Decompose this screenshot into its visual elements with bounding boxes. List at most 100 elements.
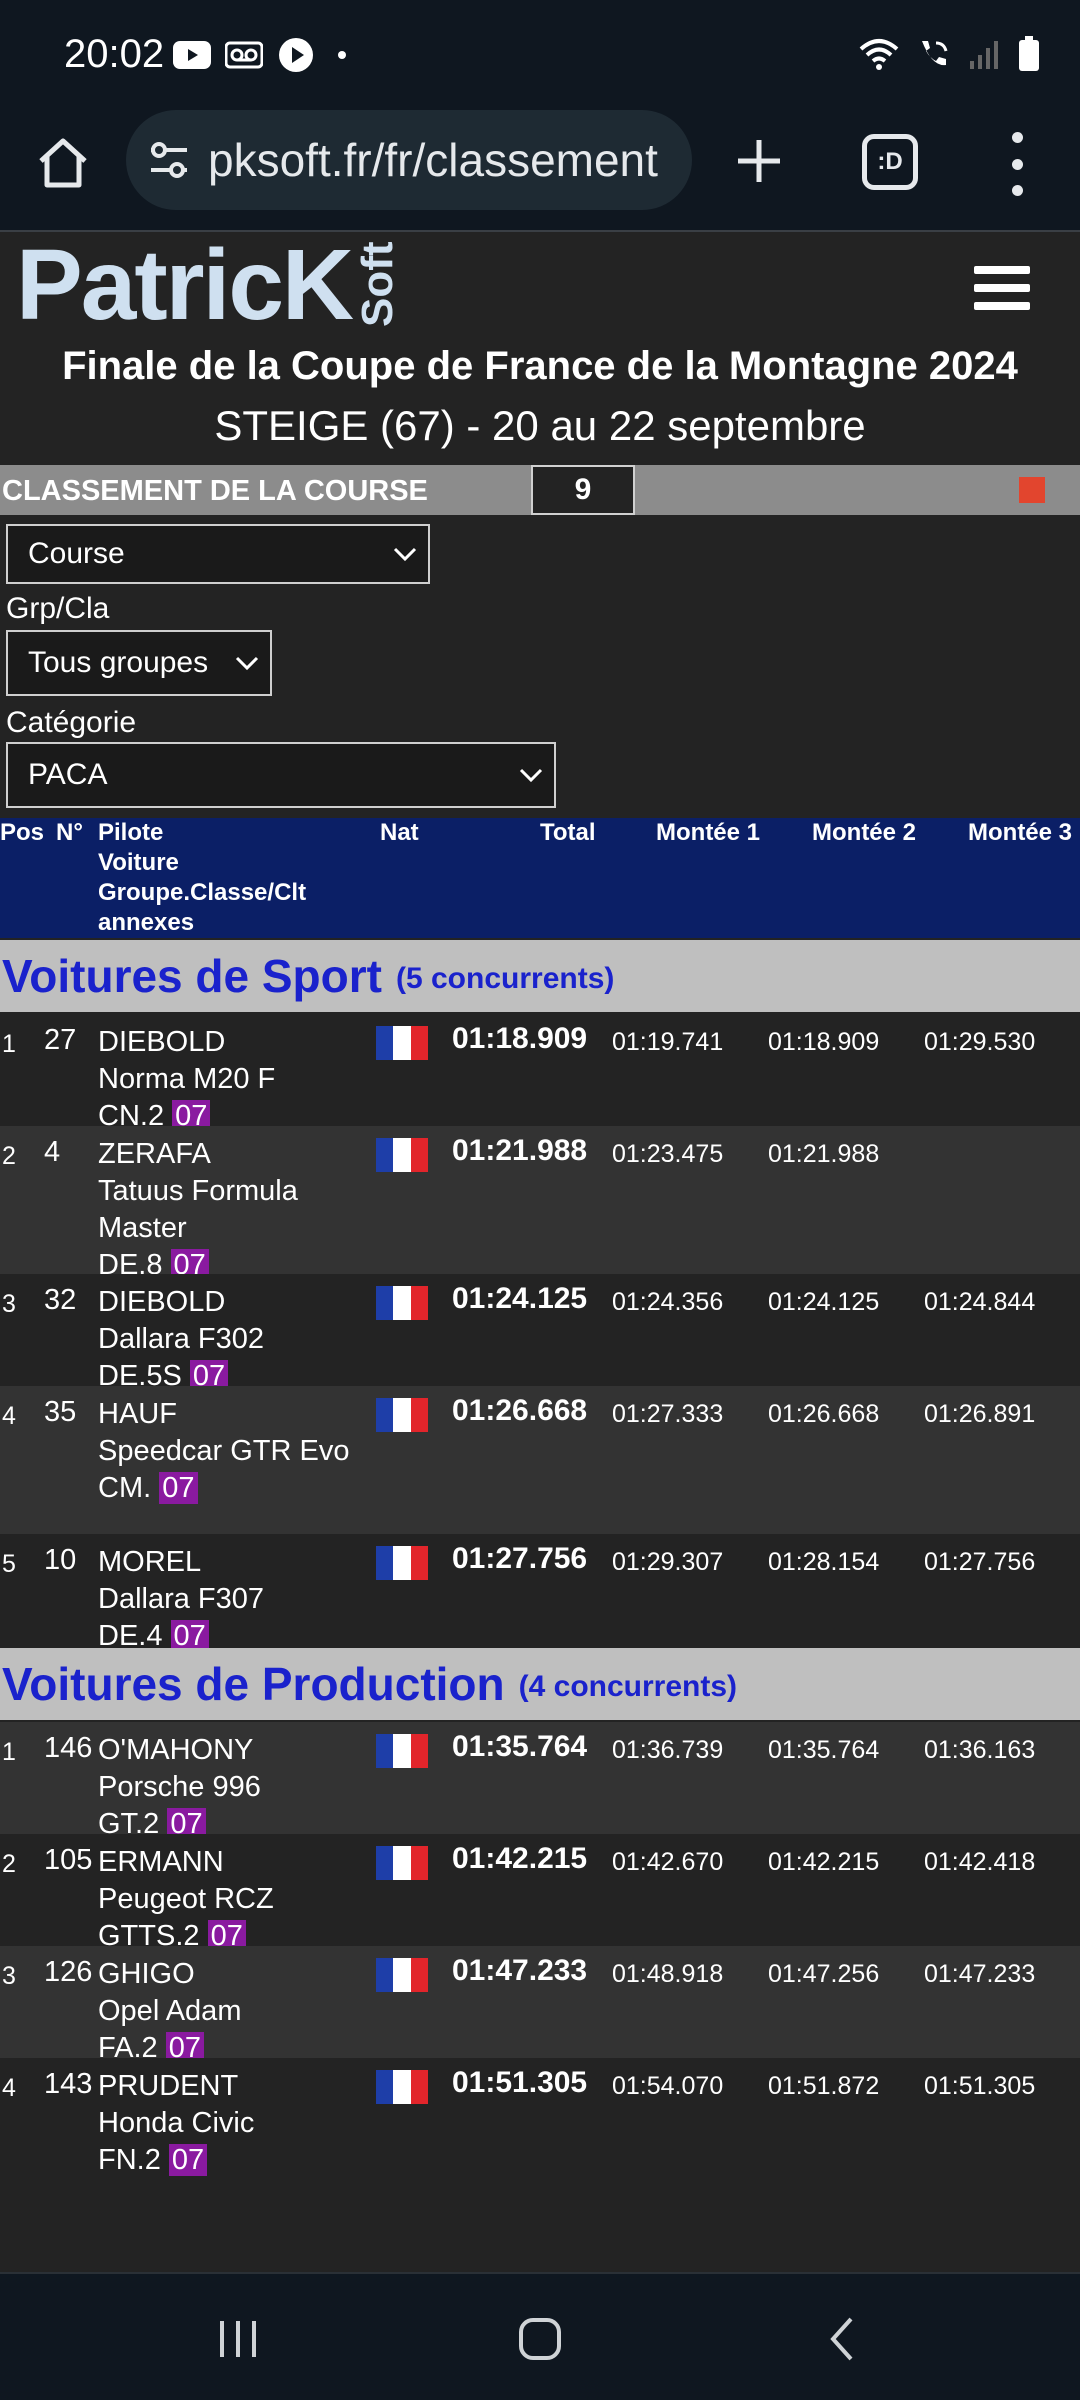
classement-bar: CLASSEMENT DE LA COURSE 9 (0, 465, 1080, 515)
section-header-production: Voitures de Production (4 concurrents) (0, 1648, 1080, 1720)
row-montee-1: 01:42.670 (612, 1848, 724, 1876)
pilot-name: O'MAHONY (98, 1734, 254, 1766)
header-montee-2: Montée 2 (812, 819, 917, 846)
logo-main-text: PatricK (16, 229, 354, 341)
status-time: 20:02 (64, 32, 165, 76)
groupe-select[interactable]: Tous groupes (6, 630, 272, 696)
header-montee-1: Montée 1 (656, 819, 761, 846)
header-total: Total (540, 819, 596, 846)
chevron-down-icon (519, 768, 543, 783)
new-tab-button[interactable] (726, 128, 792, 194)
categorie-label: Catégorie (6, 706, 137, 739)
grp-cla-label: Grp/Cla (6, 592, 110, 625)
groupe-select-value: Tous groupes (28, 646, 209, 679)
row-num: 35 (44, 1396, 77, 1428)
header-groupe: Groupe.Classe/Clt (98, 879, 307, 906)
group-class-text: CM. (98, 1472, 152, 1504)
annex-badge: 07 (159, 1472, 198, 1504)
row-montee-3: 01:24.844 (924, 1288, 1036, 1316)
home-button[interactable] (30, 130, 96, 196)
france-flag-icon (376, 1734, 428, 1768)
patricksoft-logo[interactable]: PatricK Soft (16, 229, 402, 341)
row-montee-3: 01:47.233 (924, 1960, 1036, 1988)
hamburger-bar (974, 302, 1030, 310)
system-icons (858, 36, 1040, 77)
home-nav-button[interactable] (510, 2314, 570, 2364)
row-pilot-cell: MOREL Dallara F307 DE.4 07 (98, 1544, 358, 1655)
site-settings-icon[interactable] (144, 135, 194, 185)
chevron-down-icon (393, 547, 417, 562)
group-class-text: FN.2 (98, 2144, 161, 2176)
classement-label: CLASSEMENT DE LA COURSE (2, 475, 428, 507)
stop-indicator-icon (1019, 477, 1045, 503)
header-pos: Pos (0, 819, 45, 846)
row-total: 01:51.305 (452, 2066, 588, 2099)
table-row[interactable]: 4 143 PRUDENT Honda Civic FN.2 07 01:51.… (0, 2058, 1080, 2176)
hamburger-menu-icon[interactable] (974, 266, 1030, 310)
table-row[interactable]: 4 35 HAUF Speedcar GTR Evo CM. 07 01:26.… (0, 1386, 1080, 1534)
row-montee-3: 01:27.756 (924, 1548, 1036, 1576)
url-text: pksoft.fr/fr/classement (208, 134, 658, 186)
section-count: (5 concurrents) (395, 962, 615, 995)
header-num: N° (56, 819, 83, 846)
section-title: Voitures de Production (2, 1658, 505, 1710)
android-nav-bar (0, 2272, 1080, 2400)
table-row[interactable]: 5 10 MOREL Dallara F307 DE.4 07 01:27.75… (0, 1534, 1080, 1652)
car-name: Honda Civic (98, 2107, 255, 2139)
france-flag-icon (376, 1846, 428, 1880)
row-pilot-cell: O'MAHONY Porsche 996 GT.2 07 (98, 1732, 358, 1843)
pilot-name: ERMANN (98, 1846, 224, 1878)
row-num: 10 (44, 1544, 77, 1576)
row-total: 01:47.233 (452, 1954, 588, 1987)
pilot-name: PRUDENT (98, 2070, 239, 2102)
chevron-down-icon (235, 656, 259, 671)
row-montee-1: 01:24.356 (612, 1288, 724, 1316)
row-total: 01:35.764 (452, 1730, 588, 1763)
row-total: 01:18.909 (452, 1022, 588, 1055)
back-button[interactable] (812, 2314, 872, 2364)
row-montee-2: 01:42.215 (768, 1848, 880, 1876)
row-total: 01:26.668 (452, 1394, 588, 1427)
table-row[interactable]: 1 27 DIEBOLD Norma M20 F CN.2 07 01:18.9… (0, 1014, 1080, 1132)
header-nat: Nat (380, 819, 419, 846)
address-bar[interactable]: pksoft.fr/fr/classement (126, 110, 692, 210)
row-montee-2: 01:35.764 (768, 1736, 880, 1764)
pilot-name: GHIGO (98, 1958, 195, 1990)
row-num: 126 (44, 1956, 93, 1988)
course-select[interactable]: Course (6, 524, 430, 584)
tab-switcher-button[interactable]: :D (862, 134, 918, 190)
row-montee-2: 01:26.668 (768, 1400, 880, 1428)
table-row[interactable]: 3 32 DIEBOLD Dallara F302 DE.5S 07 01:24… (0, 1274, 1080, 1392)
header-pilote: Pilote (98, 819, 164, 846)
categorie-select-value: PACA (28, 758, 108, 791)
categorie-select[interactable]: PACA (6, 742, 556, 808)
pilot-name: ZERAFA (98, 1138, 211, 1170)
car-name: Porsche 996 (98, 1771, 261, 1803)
france-flag-icon (376, 1286, 428, 1320)
row-pos: 2 (2, 1850, 16, 1878)
header-voiture: Voiture (98, 849, 179, 876)
table-row[interactable]: 2 4 ZERAFA Tatuus Formula Master DE.8 07… (0, 1126, 1080, 1281)
row-pos: 2 (2, 1142, 16, 1170)
browser-menu-button[interactable] (1002, 132, 1032, 196)
row-montee-2: 01:28.154 (768, 1548, 880, 1576)
table-row[interactable]: 3 126 GHIGO Opel Adam FA.2 07 01:47.233 … (0, 1946, 1080, 2064)
row-pilot-cell: PRUDENT Honda Civic FN.2 07 (98, 2068, 358, 2179)
row-total: 01:21.988 (452, 1134, 588, 1167)
section-count: (4 concurrents) (518, 1670, 738, 1703)
pilot-name: MOREL (98, 1546, 202, 1578)
row-montee-1: 01:19.741 (612, 1028, 724, 1056)
table-row[interactable]: 2 105 ERMANN Peugeot RCZ GTTS.2 07 01:42… (0, 1834, 1080, 1952)
menu-dot (1011, 185, 1023, 196)
more-notifications-dot (338, 51, 346, 59)
row-total: 01:42.215 (452, 1842, 588, 1875)
table-row[interactable]: 1 146 O'MAHONY Porsche 996 GT.2 07 01:35… (0, 1722, 1080, 1840)
event-title: Finale de la Coupe de France de la Monta… (62, 344, 1018, 388)
row-pos: 1 (2, 1738, 16, 1766)
back-icon (830, 2317, 853, 2361)
pilot-name: DIEBOLD (98, 1026, 226, 1058)
recents-button[interactable] (208, 2314, 268, 2364)
france-flag-icon (376, 2070, 428, 2104)
row-montee-3: 01:26.891 (924, 1400, 1036, 1428)
row-pos: 4 (2, 1402, 16, 1430)
